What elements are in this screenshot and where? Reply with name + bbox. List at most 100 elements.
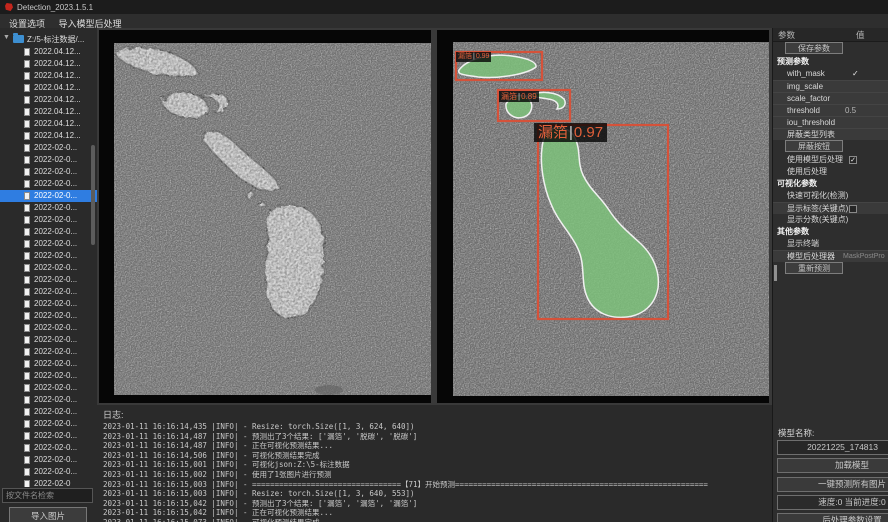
param-row[interactable]: 屏蔽类型列表	[773, 128, 888, 140]
detection-label: 漏箔|0.99	[456, 52, 491, 62]
document-icon	[24, 132, 30, 140]
log-line: 2023-01-11 16:16:14,487 |INFO| - 预测出了3个结…	[103, 432, 772, 442]
tree-item-label: 2022-02-0...	[34, 310, 77, 322]
params-header-name: 参数	[778, 29, 795, 41]
tree-item[interactable]: 2022-02-0...	[0, 394, 97, 406]
tree-item[interactable]: 2022-02-0...	[0, 262, 97, 274]
tree-item[interactable]: 2022.04.12...	[0, 118, 97, 130]
tree-item[interactable]: 2022-02-0...	[0, 142, 97, 154]
param-row[interactable]: with_mask✓	[773, 68, 888, 80]
tree-item[interactable]: 2022-02-0...	[0, 286, 97, 298]
tree-item-label: 2022-02-0...	[34, 178, 77, 190]
tree-item[interactable]: 2022-02-0...	[0, 454, 97, 466]
log-line: 2023-01-11 16:16:15,003 |INFO| - =======…	[103, 480, 772, 490]
param-row[interactable]: 使用后处理	[773, 166, 888, 178]
tree-item[interactable]: 2022-02-0...	[0, 298, 97, 310]
tree-item[interactable]: 2022.04.12...	[0, 70, 97, 82]
detection-label: 漏箔|0.97	[534, 123, 607, 142]
expand-arrow-icon[interactable]: ▼	[3, 34, 10, 41]
tree-item[interactable]: 2022-02-0...	[0, 250, 97, 262]
tree-root-label: Z:/5-标注数据/...	[27, 34, 84, 45]
document-icon	[24, 300, 30, 308]
tree-item[interactable]: 2022-02-0...	[0, 214, 97, 226]
param-row[interactable]: threshold0.5	[773, 104, 888, 116]
tree-item[interactable]: 2022.04.12...	[0, 58, 97, 70]
tree-item[interactable]: 2022-02-0...	[0, 358, 97, 370]
log-line: 2023-01-11 16:16:15,042 |INFO| - 正在可视化预测…	[103, 508, 772, 518]
document-icon	[24, 360, 30, 368]
tree-scrollbar[interactable]	[91, 145, 95, 245]
tree-item[interactable]: 2022.04.12...	[0, 82, 97, 94]
tree-item-label: 2022-02-0...	[34, 202, 77, 214]
tree-item[interactable]: 2022-02-0...	[0, 238, 97, 250]
source-image[interactable]	[114, 43, 431, 395]
tree-item[interactable]: 2022-02-0...	[0, 370, 97, 382]
search-input[interactable]	[2, 488, 93, 503]
tree-item-label: 2022-02-0...	[34, 298, 77, 310]
prediction-image[interactable]: 漏箔|0.99 漏箔|0.89 漏箔|0.97	[453, 42, 769, 396]
param-row[interactable]: 显示终端	[773, 238, 888, 250]
tree-item[interactable]: 2022.04.12...	[0, 46, 97, 58]
param-row[interactable]: 模型后处理器MaskPostPro	[773, 250, 888, 262]
predict-all-button[interactable]: 一键预测所有图片	[777, 477, 888, 492]
params-panel: 参数 值 保存参数预测参数with_mask✓img_scalescale_fa…	[772, 28, 888, 522]
tree-item-label: 2022-02-0...	[34, 430, 77, 442]
tree-item[interactable]: 2022-02-0	[0, 478, 97, 487]
tree-item[interactable]: 2022-02-0...	[0, 274, 97, 286]
tree-item-label: 2022-02-0...	[34, 262, 77, 274]
tree-item[interactable]: 2022.04.12...	[0, 130, 97, 142]
tree-item[interactable]: 2022-02-0...	[0, 346, 97, 358]
prediction-image-panel: 漏箔|0.99 漏箔|0.89 漏箔|0.97	[437, 30, 769, 403]
model-name-field[interactable]: 20221225_174813	[777, 440, 888, 455]
postprocess-settings-button[interactable]: 后处理参数设置	[777, 513, 888, 522]
tree-item[interactable]: 2022-02-0...	[0, 310, 97, 322]
tree-item[interactable]: 2022-02-0...	[0, 442, 97, 454]
document-icon	[24, 396, 30, 404]
folder-icon	[13, 35, 24, 43]
load-model-button[interactable]: 加载模型	[777, 458, 888, 473]
image-viewer: 漏箔|0.99 漏箔|0.89 漏箔|0.97	[97, 28, 772, 405]
param-row[interactable]: iou_threshold	[773, 116, 888, 128]
tree-item[interactable]: 2022-02-0...	[0, 202, 97, 214]
log-line: 2023-01-11 16:16:14,487 |INFO| - 正在可视化预测…	[103, 441, 772, 451]
import-images-button[interactable]: 导入图片	[9, 507, 87, 522]
tree-item[interactable]: 2022-02-0...	[0, 382, 97, 394]
tree-item[interactable]: 2022-02-0...	[0, 166, 97, 178]
tree-item-label: 2022-02-0...	[34, 418, 77, 430]
checkbox-checked[interactable]: ✓	[849, 156, 857, 164]
param-row[interactable]: img_scale	[773, 80, 888, 92]
checkbox-empty[interactable]	[849, 205, 857, 213]
param-button[interactable]: 保存参数	[785, 42, 843, 54]
tree-item[interactable]: 2022-02-0...	[0, 322, 97, 334]
tree-item[interactable]: 2022.04.12...	[0, 106, 97, 118]
tree-item[interactable]: 2022-02-0...	[0, 154, 97, 166]
tree-item[interactable]: 2022-02-0...	[0, 406, 97, 418]
param-label: 快速可视化(检测)	[787, 190, 848, 202]
tree-item-label: 2022-02-0...	[34, 466, 77, 478]
document-icon	[24, 348, 30, 356]
document-icon	[24, 204, 30, 212]
document-icon	[24, 432, 30, 440]
file-tree-items: 2022.04.12...2022.04.12...2022.04.12...2…	[0, 46, 97, 487]
tree-item[interactable]: 2022.04.12...	[0, 94, 97, 106]
tree-item[interactable]: 2022-02-0...	[0, 430, 97, 442]
tree-item-label: 2022.04.12...	[34, 58, 81, 70]
param-row[interactable]: 使用模型后处理✓	[773, 154, 888, 166]
param-button[interactable]: 重新预测	[785, 262, 843, 274]
tree-item[interactable]: 2022-02-0...	[0, 466, 97, 478]
param-row[interactable]: 显示分数(关键点)	[773, 214, 888, 226]
param-row[interactable]: 快速可视化(检测)	[773, 190, 888, 202]
model-name-label: 模型名称:	[778, 427, 814, 439]
tree-root-folder[interactable]: ▼ Z:/5-标注数据/...	[0, 33, 97, 46]
param-row[interactable]: scale_factor	[773, 92, 888, 104]
tree-item[interactable]: 2022-02-0...	[0, 418, 97, 430]
tree-item[interactable]: 2022-02-0...	[0, 178, 97, 190]
log-lines[interactable]: 2023-01-11 16:16:14,435 |INFO| - Resize:…	[103, 422, 772, 522]
param-row[interactable]: 显示标签(关键点)	[773, 202, 888, 214]
document-icon	[24, 228, 30, 236]
tree-item-label: 2022.04.12...	[34, 46, 81, 58]
param-button[interactable]: 屏蔽按钮	[785, 140, 843, 152]
tree-item[interactable]: 2022-02-0...	[0, 190, 97, 202]
tree-item[interactable]: 2022-02-0...	[0, 226, 97, 238]
tree-item[interactable]: 2022-02-0...	[0, 334, 97, 346]
